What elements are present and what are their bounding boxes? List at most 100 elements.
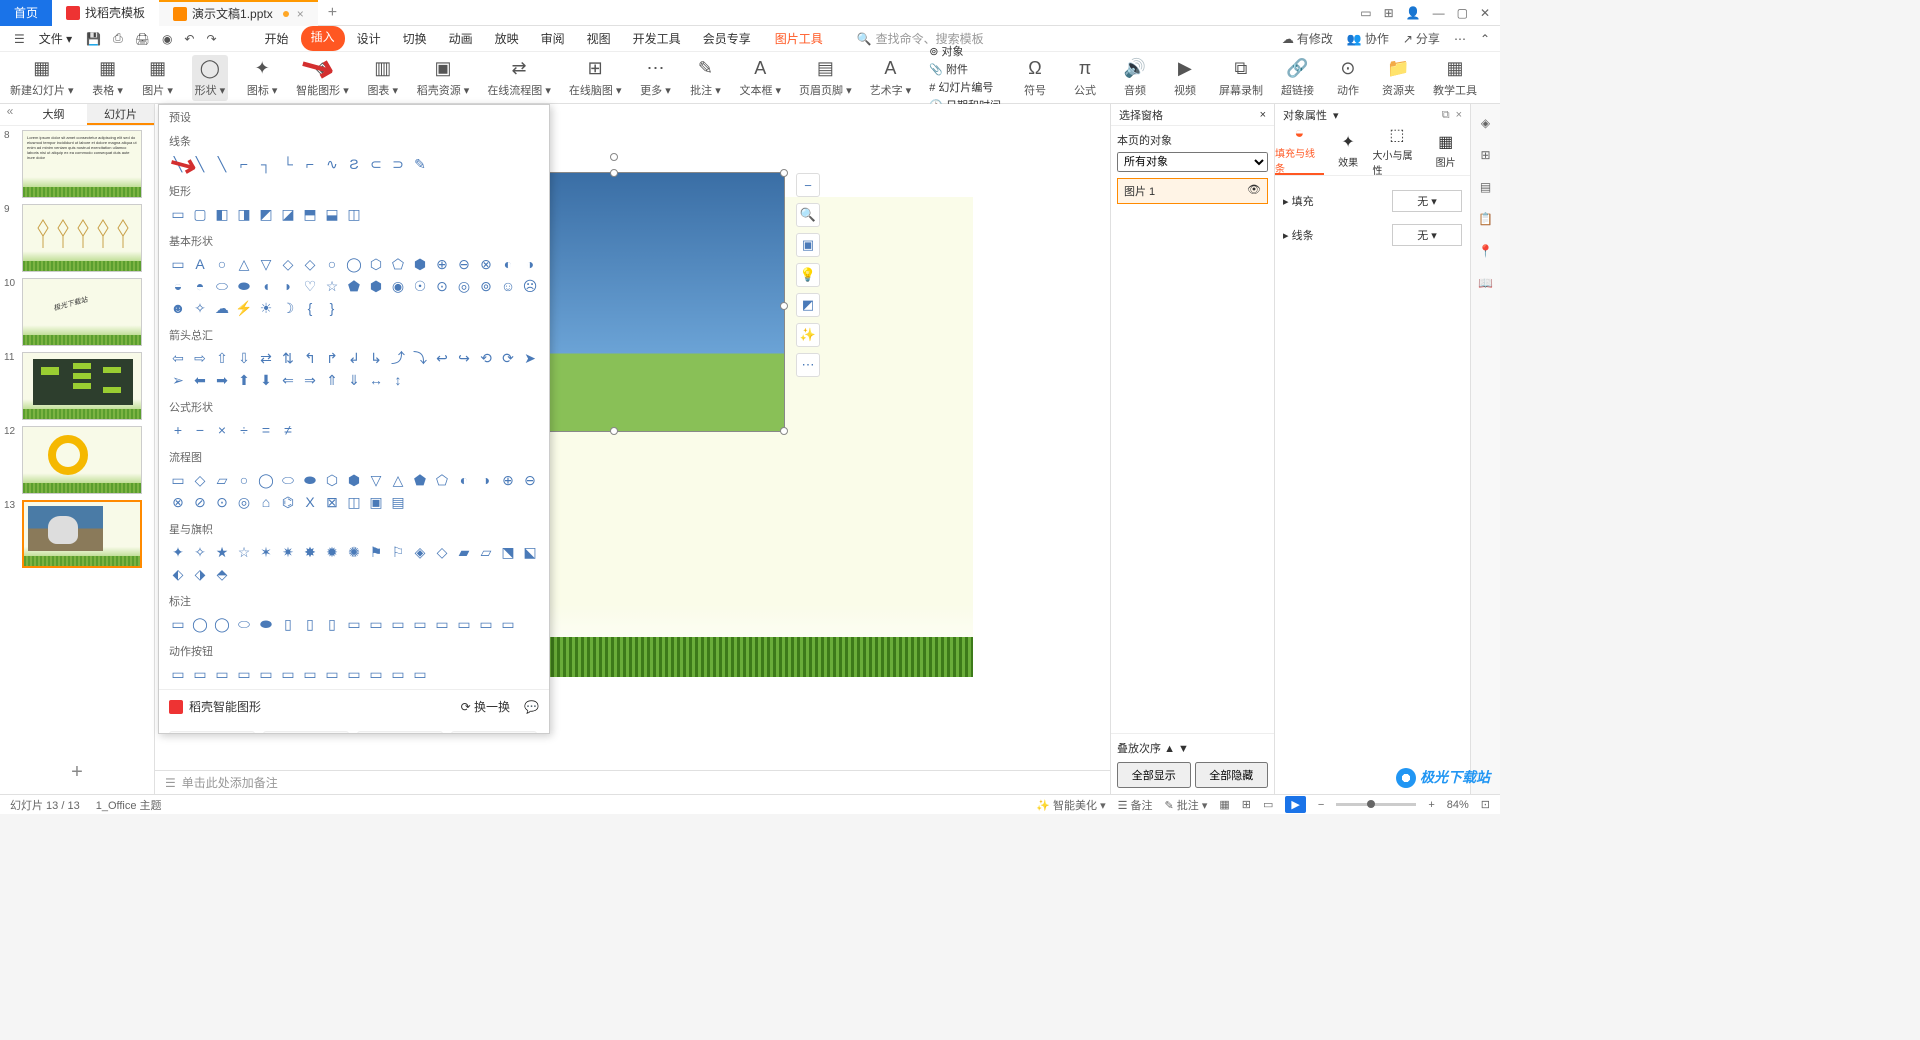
chevron-up-icon[interactable]: ⌃: [1480, 32, 1490, 46]
view-reading-icon[interactable]: ▭: [1263, 798, 1273, 811]
more-tools-icon[interactable]: ⋯: [796, 353, 820, 377]
shape-item[interactable]: ⊙: [213, 493, 231, 511]
resize-handle[interactable]: [780, 302, 788, 310]
prop-tab-3[interactable]: ▦图片: [1421, 126, 1470, 175]
shape-item[interactable]: ▽: [367, 471, 385, 489]
close-icon[interactable]: ×: [297, 7, 304, 21]
menu-tab-imagetools[interactable]: 图片工具: [765, 26, 833, 51]
shape-item[interactable]: ◇: [301, 255, 319, 273]
ribbon-图标[interactable]: ✦图标 ▾: [246, 58, 278, 98]
shape-item[interactable]: ▭: [389, 615, 407, 633]
shape-item[interactable]: ⬖: [169, 565, 187, 583]
shape-item[interactable]: ☽: [279, 299, 297, 317]
shape-item[interactable]: ▭: [455, 615, 473, 633]
resize-handle[interactable]: [610, 169, 618, 177]
shape-item[interactable]: ⊙: [433, 277, 451, 295]
shape-item[interactable]: ☀: [257, 299, 275, 317]
shape-item[interactable]: ⬗: [191, 565, 209, 583]
shape-item[interactable]: ▭: [477, 615, 495, 633]
shape-item[interactable]: ◇: [433, 543, 451, 561]
shape-item[interactable]: ≠: [279, 421, 297, 439]
slide-thumb-9[interactable]: [22, 204, 142, 272]
move-up-icon[interactable]: ▲: [1164, 743, 1175, 755]
tab-home[interactable]: 首页: [0, 0, 52, 26]
shape-item[interactable]: ⊖: [521, 471, 539, 489]
view-sorter-icon[interactable]: ⊞: [1242, 798, 1251, 811]
redo-icon[interactable]: ↷: [202, 30, 220, 48]
shape-item[interactable]: ▭: [345, 665, 363, 683]
shape-item[interactable]: ⬕: [521, 543, 539, 561]
shape-item[interactable]: ✧: [191, 299, 209, 317]
shape-item[interactable]: ▭: [345, 615, 363, 633]
shape-item[interactable]: ⬆: [235, 371, 253, 389]
shape-item[interactable]: ↔: [367, 371, 385, 389]
ribbon-表格[interactable]: ▦表格 ▾: [92, 58, 124, 98]
shape-item[interactable]: ☻: [169, 299, 187, 317]
ribbon-sm-幻灯片编号[interactable]: # 幻灯片编号: [929, 79, 1001, 95]
shape-item[interactable]: ⇒: [301, 371, 319, 389]
crop-icon[interactable]: ▣: [796, 233, 820, 257]
shape-item[interactable]: ⇧: [213, 349, 231, 367]
shape-item[interactable]: ◓: [191, 277, 209, 295]
menu-tab-8[interactable]: 开发工具: [623, 26, 691, 51]
menu-tab-2[interactable]: 设计: [347, 26, 391, 51]
ribbon-sm-附件[interactable]: 📎 附件: [929, 61, 1001, 77]
shape-item[interactable]: ⬔: [499, 543, 517, 561]
shape-item[interactable]: ○: [323, 255, 341, 273]
smart-template-3[interactable]: [357, 731, 443, 734]
shape-item[interactable]: ◈: [411, 543, 429, 561]
line-select[interactable]: 无 ▾: [1392, 224, 1462, 246]
shape-item[interactable]: X: [301, 493, 319, 511]
more-icon[interactable]: ⋯: [1454, 32, 1466, 46]
ribbon-符号[interactable]: Ω符号: [1019, 58, 1051, 98]
resize-handle[interactable]: [610, 427, 618, 435]
theme-name[interactable]: 1_Office 主题: [96, 797, 162, 813]
sidetools-layers-icon[interactable]: ▤: [1477, 178, 1495, 196]
shape-item[interactable]: ↕: [389, 371, 407, 389]
tab-file-active[interactable]: 演示文稿1.pptx×: [159, 0, 318, 26]
ribbon-音频[interactable]: 🔊音频: [1119, 58, 1151, 98]
ribbon-图表[interactable]: ▥图表 ▾: [367, 58, 399, 98]
ribbon-稻壳资源[interactable]: ▣稻壳资源 ▾: [417, 58, 470, 98]
shape-item[interactable]: ▤: [389, 493, 407, 511]
menu-tab-5[interactable]: 放映: [485, 26, 529, 51]
shape-item[interactable]: ▭: [213, 665, 231, 683]
shape-item[interactable]: ▯: [279, 615, 297, 633]
shape-item[interactable]: ◩: [257, 205, 275, 223]
prop-tab-1[interactable]: ✦效果: [1324, 126, 1373, 175]
shape-item[interactable]: ▭: [169, 615, 187, 633]
shape-item[interactable]: ⬠: [433, 471, 451, 489]
shape-item[interactable]: ⇑: [323, 371, 341, 389]
preview-icon[interactable]: ◉: [158, 30, 176, 48]
ribbon-艺术字[interactable]: A艺术字 ▾: [870, 58, 912, 98]
shape-item[interactable]: ★: [213, 543, 231, 561]
shape-item[interactable]: ◪: [279, 205, 297, 223]
refresh-button[interactable]: ⟳ 换一换: [461, 698, 510, 715]
shape-item[interactable]: ⬘: [213, 565, 231, 583]
shape-item[interactable]: ▢: [191, 205, 209, 223]
shape-item[interactable]: ⇩: [235, 349, 253, 367]
shape-item[interactable]: ⚑: [367, 543, 385, 561]
shape-item[interactable]: ◯: [191, 615, 209, 633]
popout-icon[interactable]: ⧉: [1442, 109, 1450, 122]
shape-item[interactable]: ◑: [477, 471, 495, 489]
show-all-button[interactable]: 全部显示: [1117, 762, 1191, 788]
shape-item[interactable]: +: [169, 421, 187, 439]
menu-tab-4[interactable]: 动画: [439, 26, 483, 51]
shape-item[interactable]: ▯: [301, 615, 319, 633]
shape-item[interactable]: ↲: [345, 349, 363, 367]
filter-icon[interactable]: ◩: [796, 293, 820, 317]
shape-item[interactable]: ⟲: [477, 349, 495, 367]
ribbon-页眉页脚[interactable]: ▤页眉页脚 ▾: [799, 58, 852, 98]
shape-item[interactable]: ☺: [499, 277, 517, 295]
shape-item[interactable]: Ƨ: [345, 155, 363, 173]
shape-item[interactable]: ▭: [389, 665, 407, 683]
shape-item[interactable]: ✺: [345, 543, 363, 561]
slide-thumb-10[interactable]: 极光下载站: [22, 278, 142, 346]
shape-item[interactable]: ✷: [279, 543, 297, 561]
shape-item[interactable]: △: [235, 255, 253, 273]
shape-item[interactable]: }: [323, 299, 341, 317]
shape-item[interactable]: ⊕: [433, 255, 451, 273]
effects-icon[interactable]: ✨: [796, 323, 820, 347]
ribbon-新建幻灯片[interactable]: ▦新建幻灯片 ▾: [10, 58, 74, 98]
